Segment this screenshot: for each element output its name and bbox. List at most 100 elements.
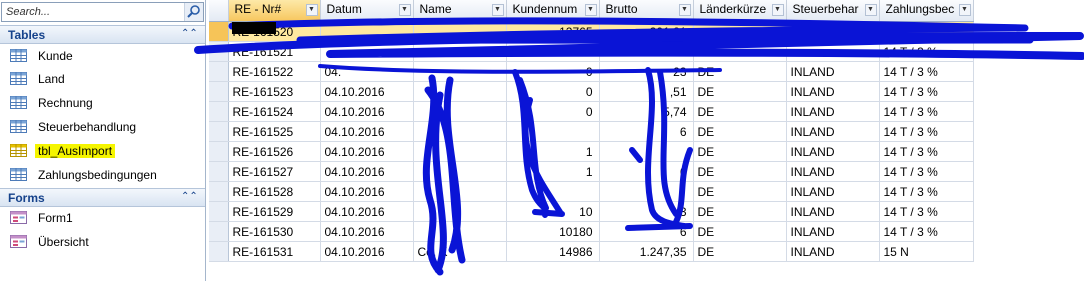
- record-selector[interactable]: [209, 81, 229, 102]
- table-cell[interactable]: [506, 181, 600, 202]
- record-selector[interactable]: [209, 101, 229, 122]
- table-cell[interactable]: RE-161525: [228, 121, 321, 142]
- column-header[interactable]: Name ▼: [413, 0, 507, 22]
- table-cell[interactable]: [413, 201, 507, 222]
- column-header[interactable]: Brutto ▼: [599, 0, 694, 22]
- table-cell[interactable]: [413, 101, 507, 122]
- table-cell[interactable]: INLAND: [786, 221, 880, 242]
- table-cell[interactable]: DE: [693, 41, 787, 62]
- table-cell[interactable]: INLAND: [786, 141, 880, 162]
- column-header[interactable]: Zahlungsbec ▼: [879, 0, 974, 22]
- dropdown-arrow-icon[interactable]: ▼: [864, 4, 877, 16]
- table-cell[interactable]: 04.10.2016: [320, 121, 414, 142]
- nav-item-steuerbehandlung[interactable]: Steuerbehandlung: [0, 116, 205, 138]
- table-cell[interactable]: DE: [693, 61, 787, 82]
- table-cell[interactable]: [599, 141, 694, 162]
- table-cell[interactable]: 6: [599, 121, 694, 142]
- table-cell[interactable]: 3: [599, 201, 694, 222]
- table-cell[interactable]: DE: [693, 201, 787, 222]
- table-row[interactable]: RE-161527 04.10.2016 1 6 DE INLAND 14 T / 3 %: [209, 161, 974, 182]
- table-row[interactable]: RE-161523 04.10.2016 0,51 DE INLAND 14 T / 3 …: [209, 81, 974, 102]
- table-cell[interactable]: [413, 61, 507, 82]
- table-cell[interactable]: [413, 41, 507, 62]
- table-cell[interactable]: INLAND: [786, 121, 880, 142]
- column-header[interactable]: Steuerbehar ▼: [786, 0, 880, 22]
- dropdown-arrow-icon[interactable]: ▼: [958, 4, 971, 16]
- table-row[interactable]: RE-161531 04.10.2016 Co. K 14986 1.247,35 DE I…: [209, 241, 974, 262]
- nav-item-kunde[interactable]: Kunde: [0, 45, 205, 67]
- table-cell[interactable]: 14 T / 3 %: [879, 221, 974, 242]
- table-cell[interactable]: 14 T / 3 %: [879, 201, 974, 222]
- table-cell[interactable]: 04.10.2016: [320, 221, 414, 242]
- search-button[interactable]: [184, 3, 203, 21]
- table-cell[interactable]: 1: [506, 141, 600, 162]
- table-cell[interactable]: [413, 141, 507, 162]
- table-cell[interactable]: 04.10.2016: [320, 101, 414, 122]
- table-cell[interactable]: 6: [599, 221, 694, 242]
- table-cell[interactable]: DE: [693, 121, 787, 142]
- table-cell[interactable]: 14 T / 3 %: [879, 101, 974, 122]
- table-cell[interactable]: 51: [599, 41, 694, 62]
- table-cell[interactable]: 1: [506, 161, 600, 182]
- table-cell[interactable]: 14 T / 3 %: [879, 81, 974, 102]
- dropdown-arrow-icon[interactable]: ▼: [398, 4, 411, 16]
- table-cell[interactable]: 14 T / 3 %: [879, 121, 974, 142]
- forms-group-header[interactable]: Forms ⌃⌃: [0, 188, 205, 207]
- table-cell[interactable]: RE-161526: [228, 141, 321, 162]
- table-cell[interactable]: RE-161531: [228, 241, 321, 262]
- column-header[interactable]: Länderkürze ▼: [693, 0, 787, 22]
- record-selector[interactable]: [209, 181, 229, 202]
- search-input[interactable]: [4, 4, 188, 20]
- dropdown-arrow-icon[interactable]: ▼: [678, 4, 691, 16]
- table-cell[interactable]: 04.10.2016: [320, 141, 414, 162]
- nav-item-zahlungsbedingungen[interactable]: Zahlungsbedingungen: [0, 164, 205, 186]
- table-cell[interactable]: RE-161524: [228, 101, 321, 122]
- table-cell[interactable]: 04.10.2016: [320, 161, 414, 182]
- table-cell[interactable]: RE-161530: [228, 221, 321, 242]
- table-cell[interactable]: [599, 181, 694, 202]
- table-cell[interactable]: [413, 81, 507, 102]
- table-cell[interactable]: 15 N: [879, 241, 974, 262]
- table-cell[interactable]: INLAND: [786, 201, 880, 222]
- record-selector[interactable]: [209, 141, 229, 162]
- record-selector[interactable]: [209, 41, 229, 62]
- column-header[interactable]: Kundennum ▼: [506, 0, 600, 22]
- table-cell[interactable]: 14 T / 3 %: [879, 181, 974, 202]
- table-row[interactable]: RE-161521 51 DE 14 T / 3 %: [209, 41, 974, 62]
- table-cell[interactable]: Co. K: [413, 241, 507, 262]
- table-cell[interactable]: [413, 121, 507, 142]
- table-cell[interactable]: RE-161523: [228, 81, 321, 102]
- table-cell[interactable]: [506, 41, 600, 62]
- table-cell[interactable]: 14 T / 3 %: [879, 41, 974, 62]
- table-cell[interactable]: INLAND: [786, 181, 880, 202]
- table-cell[interactable]: RE-161527: [228, 161, 321, 182]
- table-cell[interactable]: 04.10.2016: [320, 181, 414, 202]
- table-cell[interactable]: 14986: [506, 241, 600, 262]
- table-cell[interactable]: ,51: [599, 81, 694, 102]
- column-header[interactable]: Datum ▼: [320, 0, 414, 22]
- table-cell[interactable]: INLAND: [786, 241, 880, 262]
- table-cell[interactable]: 04.10.2016: [320, 241, 414, 262]
- table-cell[interactable]: RE-161520: [228, 21, 321, 42]
- table-cell[interactable]: [413, 161, 507, 182]
- table-cell[interactable]: DE: [693, 181, 787, 202]
- record-selector[interactable]: [209, 241, 229, 262]
- nav-item-uebersicht[interactable]: Übersicht: [0, 231, 205, 253]
- table-cell[interactable]: INLAND: [786, 161, 880, 182]
- table-cell[interactable]: 10: [506, 201, 600, 222]
- table-cell[interactable]: 14 T / 3 %: [879, 141, 974, 162]
- table-cell[interactable]: RE-161528: [228, 181, 321, 202]
- table-cell[interactable]: 12765: [506, 21, 600, 42]
- table-cell[interactable]: INLAND: [786, 81, 880, 102]
- table-cell[interactable]: RE-161521: [228, 41, 321, 62]
- table-cell[interactable]: 14 T / 3 %: [879, 161, 974, 182]
- table-row[interactable]: RE-161528 04.10.2016 DE INLAND 14 T / 3 %: [209, 181, 974, 202]
- table-row[interactable]: RE-161525 04.10.2016 6 DE INLAND 14 T / 3 %: [209, 121, 974, 142]
- record-selector[interactable]: [209, 61, 229, 82]
- table-cell[interactable]: [413, 21, 507, 42]
- record-selector[interactable]: [209, 221, 229, 242]
- table-cell[interactable]: [786, 21, 880, 42]
- table-cell[interactable]: [413, 181, 507, 202]
- table-cell[interactable]: 0: [506, 61, 600, 82]
- tables-group-header[interactable]: Tables ⌃⌃: [0, 25, 205, 44]
